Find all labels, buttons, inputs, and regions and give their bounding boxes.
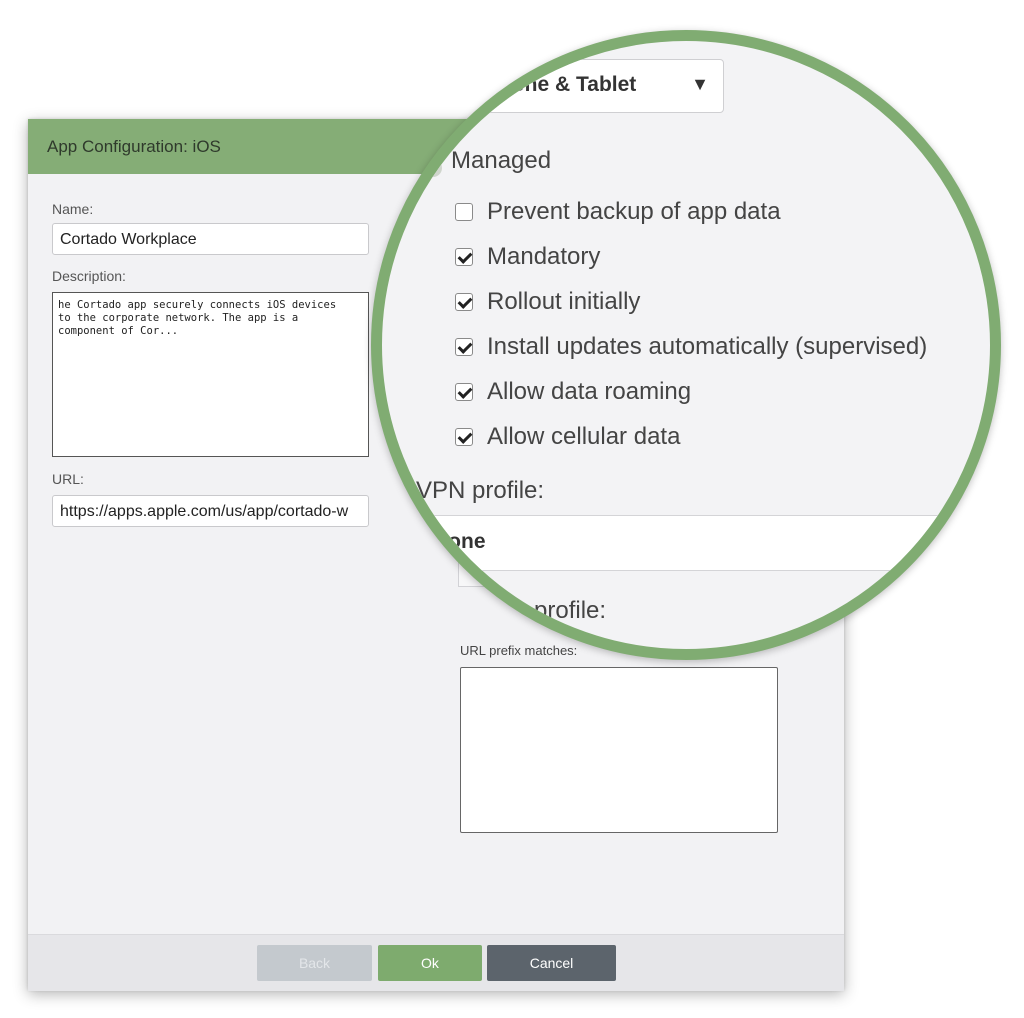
vpn-profile-label: VPN profile:	[416, 477, 545, 504]
url-prefix-textarea[interactable]	[460, 667, 778, 833]
allow-data-roaming-label: Allow data roaming	[487, 378, 692, 405]
managed-radio[interactable]	[424, 159, 442, 177]
dialog-title: App Configuration: iOS	[47, 137, 221, 156]
allow-cellular-data-checkbox[interactable]	[455, 428, 473, 446]
prevent-backup-label: Prevent backup of app data	[487, 198, 781, 225]
device-type-value: hone & Tablet	[499, 73, 637, 96]
rollout-initially-label: Rollout initially	[487, 288, 641, 315]
back-button[interactable]: Back	[257, 945, 372, 981]
url-input[interactable]: https://apps.apple.com/us/app/cortado-w	[52, 495, 369, 527]
install-updates-checkbox[interactable]	[455, 338, 473, 356]
name-input[interactable]: Cortado Workplace	[52, 223, 369, 255]
vpn-profile-value: None	[433, 530, 486, 553]
url-label: URL:	[52, 471, 84, 487]
ok-button[interactable]: Ok	[378, 945, 482, 981]
install-updates-label: Install updates automatically (supervise…	[487, 333, 928, 360]
description-textarea[interactable]: he Cortado app securely connects iOS dev…	[52, 292, 369, 457]
cancel-button[interactable]: Cancel	[487, 945, 616, 981]
description-label: Description:	[52, 268, 126, 284]
mandatory-label: Mandatory	[487, 243, 601, 270]
prevent-backup-checkbox[interactable]	[455, 203, 473, 221]
rollout-initially-checkbox[interactable]	[455, 293, 473, 311]
managed-label: Managed	[451, 147, 552, 174]
magnifier-lens: hone & Tablet ▼ Managed Prevent backup o…	[371, 30, 1001, 660]
device-type-select[interactable]: hone & Tablet ▼	[478, 59, 724, 113]
dropdown-arrow-icon: ▼	[691, 74, 709, 94]
vpn-profile-select[interactable]: None	[402, 515, 990, 571]
allow-data-roaming-checkbox[interactable]	[455, 383, 473, 401]
mandatory-checkbox[interactable]	[455, 248, 473, 266]
url-input-value: https://apps.apple.com/us/app/cortado-w	[60, 503, 349, 520]
dialog-footer: Back Ok Cancel	[28, 934, 844, 991]
name-label: Name:	[52, 201, 94, 217]
allow-cellular-data-label: Allow cellular data	[487, 423, 681, 450]
single-sign-on-profile-label: n-On profile:	[474, 597, 607, 624]
name-input-value: Cortado Workplace	[60, 231, 197, 248]
